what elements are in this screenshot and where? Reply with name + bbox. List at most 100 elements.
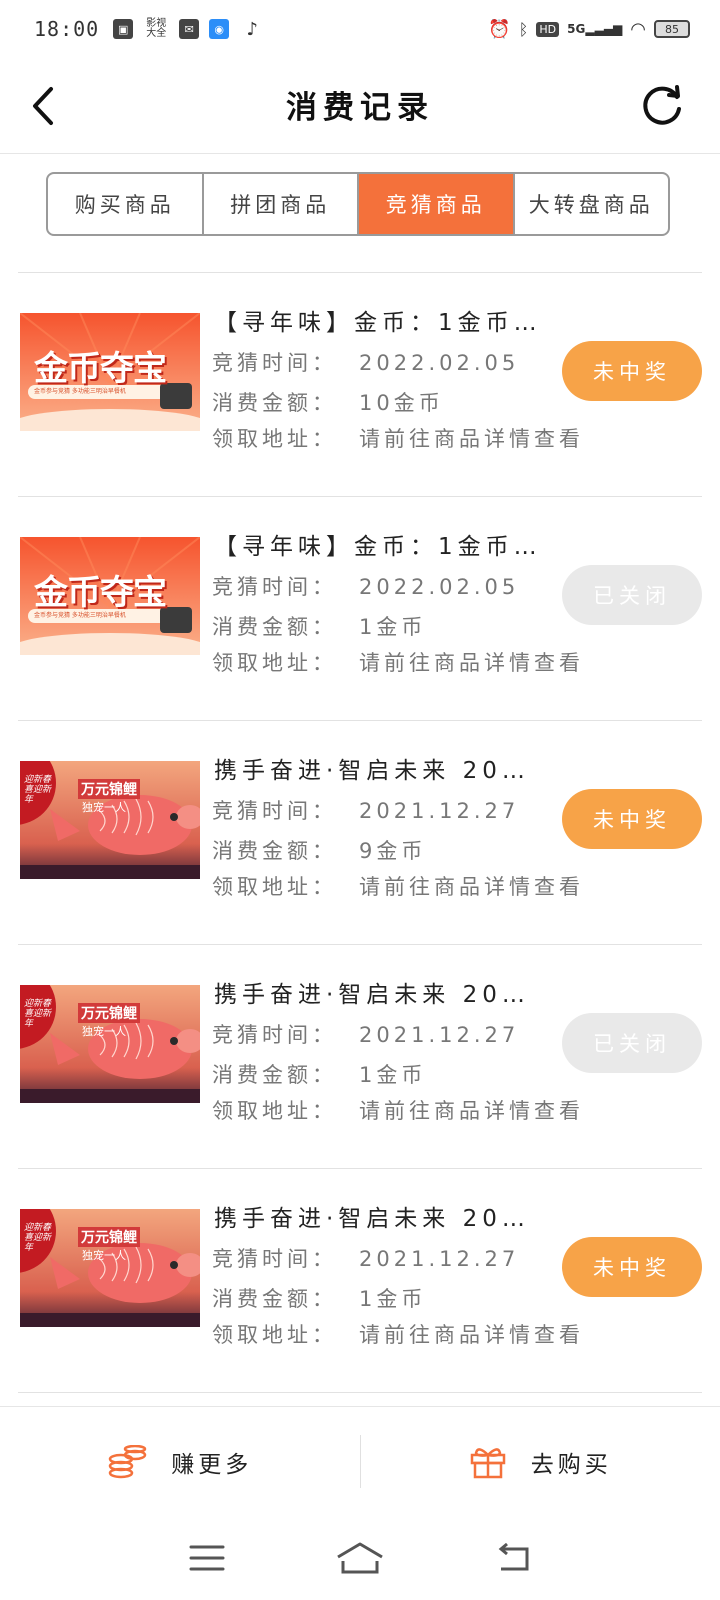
home-nav-button[interactable]	[330, 1533, 390, 1583]
banner-text: 万元锦鲤	[78, 1003, 140, 1023]
record-title: 携手奋进·智启未来 20…	[214, 758, 530, 784]
status-bar: 18:00 ▣ 影视 大全 ✉ ◉ ♪ ⏰ ᛒ HD 5G▂▃▄▆ ◠ 85	[0, 0, 720, 58]
guess-time-row: 竞猜时间： 2021.12.27	[212, 1019, 519, 1049]
status-badge: 未中奖	[562, 789, 702, 849]
guess-time-label: 竞猜时间：	[212, 1023, 337, 1047]
spend-amount-label: 消费金额：	[212, 839, 337, 863]
banner-subtext: 独宠一人	[82, 1249, 126, 1262]
back-nav-button[interactable]	[483, 1533, 543, 1583]
guess-time-label: 竞猜时间：	[212, 575, 337, 599]
coin-treasure-image[interactable]: 金币夺宝 金币参与竞猜 多功能三明治早餐机	[20, 313, 200, 431]
spend-amount-value: 9金币	[359, 839, 427, 863]
spend-amount-row: 消费金额： 1金币	[212, 1283, 426, 1313]
spend-amount-label: 消费金额：	[212, 615, 337, 639]
bottom-action-bar: 赚更多 去购买	[0, 1406, 720, 1516]
guess-time-row: 竞猜时间： 2022.02.05	[212, 571, 519, 601]
pickup-address-value: 请前往商品详情查看	[359, 1323, 584, 1347]
record-item[interactable]: 金币夺宝 金币参与竞猜 多功能三明治早餐机 【寻年味】金币：1金币… 竞猜时间： 202…	[18, 496, 702, 720]
5g-signal-icon: 5G▂▃▄▆	[567, 22, 623, 36]
system-icons: ⏰ ᛒ HD 5G▂▃▄▆ ◠ 85	[488, 19, 690, 40]
category-tabs: 购买商品 拼团商品 竞猜商品 大转盘商品	[46, 172, 670, 236]
spend-amount-value: 1金币	[359, 1063, 427, 1087]
koi-fish-image[interactable]: 迎新春 喜迎新年 万元锦鲤 独宠一人	[20, 1209, 200, 1327]
home-icon	[337, 1542, 383, 1574]
go-buy-button[interactable]: 去购买	[361, 1407, 720, 1516]
pickup-address-value: 请前往商品详情查看	[359, 875, 584, 899]
page-title: 消费记录	[286, 90, 434, 126]
earn-more-label: 赚更多	[171, 1451, 253, 1478]
record-item[interactable]: 迎新春 喜迎新年 万元锦鲤 独宠一人 携手奋进·智启未来 20… 竞猜时间： 2021.1…	[18, 1168, 702, 1392]
records-list: 金币夺宝 金币参与竞猜 多功能三明治早餐机 【寻年味】金币：1金币… 竞猜时间： 202…	[18, 272, 702, 1393]
record-title: 【寻年味】金币：1金币…	[214, 534, 542, 560]
status-badge: 未中奖	[562, 1237, 702, 1297]
header: 消费记录	[0, 58, 720, 154]
guess-time-row: 竞猜时间： 2021.12.27	[212, 795, 519, 825]
record-item[interactable]: 金币夺宝 金币参与竞猜 多功能三明治早餐机 【寻年味】金币：1金币… 竞猜时间： 202…	[18, 272, 702, 496]
text-icon: 影视 大全	[146, 18, 167, 39]
spend-amount-row: 消费金额： 10金币	[212, 387, 444, 417]
spend-amount-value: 1金币	[359, 615, 427, 639]
go-buy-label: 去购买	[530, 1451, 612, 1478]
spend-amount-label: 消费金额：	[212, 1287, 337, 1311]
tab-purchase[interactable]: 购买商品	[48, 174, 204, 234]
status-badge: 未中奖	[562, 341, 702, 401]
guess-time-value: 2022.02.05	[359, 351, 520, 375]
tab-group-buy[interactable]: 拼团商品	[204, 174, 359, 234]
banner-corner-text: 迎新春 喜迎新年	[24, 999, 52, 1029]
guess-time-row: 竞猜时间： 2021.12.27	[212, 1243, 519, 1273]
spend-amount-row: 消费金额： 9金币	[212, 835, 426, 865]
banner-subtext: 金币参与竞猜 多功能三明治早餐机	[34, 612, 126, 619]
record-item[interactable]: 迎新春 喜迎新年 万元锦鲤 独宠一人 携手奋进·智启未来 20… 竞猜时间： 2021.1…	[18, 944, 702, 1168]
spend-amount-row: 消费金额： 1金币	[212, 611, 426, 641]
guess-time-label: 竞猜时间：	[212, 799, 337, 823]
guess-time-value: 2021.12.27	[359, 799, 520, 823]
status-badge: 已关闭	[562, 565, 702, 625]
pickup-address-label: 领取地址：	[212, 1099, 337, 1123]
spend-amount-value: 10金币	[359, 391, 444, 415]
return-icon	[498, 1543, 529, 1571]
koi-fish-image[interactable]: 迎新春 喜迎新年 万元锦鲤独宠一人	[20, 985, 200, 1103]
pickup-address-label: 领取地址：	[212, 651, 337, 675]
tab-guess[interactable]: 竞猜商品	[359, 174, 515, 234]
guess-time-label: 竞猜时间：	[212, 351, 337, 375]
pickup-address-label: 领取地址：	[212, 1323, 337, 1347]
record-title: 【寻年味】金币：1金币…	[214, 310, 542, 336]
app-icon: ▣	[113, 19, 134, 39]
status-time: 18:00	[34, 17, 100, 41]
pickup-address-value: 请前往商品详情查看	[359, 651, 584, 675]
spend-amount-label: 消费金额：	[212, 1063, 337, 1087]
tiktok-icon: ♪	[246, 18, 258, 40]
spend-amount-label: 消费金额：	[212, 391, 337, 415]
menu-nav-button[interactable]	[177, 1533, 237, 1583]
hd-icon: HD	[536, 21, 560, 37]
earn-more-button[interactable]: 赚更多	[0, 1407, 360, 1516]
refresh-icon	[643, 85, 681, 125]
pickup-address-label: 领取地址：	[212, 875, 337, 899]
coin-treasure-image[interactable]: 金币夺宝 金币参与竞猜 多功能三明治早餐机	[20, 537, 200, 655]
pickup-address-value: 请前往商品详情查看	[359, 1099, 584, 1123]
banner-subtext: 独宠一人	[82, 801, 126, 814]
notification-icons: ▣ 影视 大全 ✉ ◉ ♪	[113, 18, 265, 40]
guess-time-row: 竞猜时间： 2022.02.05	[212, 347, 519, 377]
banner-subtext: 独宠一人	[82, 1025, 126, 1038]
pickup-address-row: 领取地址： 请前往商品详情查看	[212, 647, 584, 677]
guess-time-value: 2022.02.05	[359, 575, 520, 599]
banner-text: 万元锦鲤	[78, 1227, 140, 1247]
network-label: 5G	[567, 22, 586, 36]
tab-wheel[interactable]: 大转盘商品	[515, 174, 669, 234]
alarm-icon: ⏰	[488, 18, 511, 40]
koi-fish-image[interactable]: 迎新春 喜迎新年 万元锦鲤 独宠一人	[20, 761, 200, 879]
coins-stack-icon	[109, 1444, 147, 1478]
wifi-icon: ◠	[630, 18, 646, 40]
spend-amount-row: 消费金额： 1金币	[212, 1059, 426, 1089]
banner-corner-text: 迎新春 喜迎新年	[24, 775, 52, 805]
guess-time-value: 2021.12.27	[359, 1023, 520, 1047]
pickup-address-row: 领取地址： 请前往商品详情查看	[212, 1095, 584, 1125]
battery-icon: 85	[654, 20, 690, 38]
record-title: 携手奋进·智启未来 20…	[214, 1206, 530, 1232]
baidu-icon: ◉	[209, 19, 230, 39]
guess-time-label: 竞猜时间：	[212, 1247, 337, 1271]
pickup-address-value: 请前往商品详情查看	[359, 427, 584, 451]
record-item[interactable]: 迎新春 喜迎新年 万元锦鲤 独宠一人 携手奋进·智启未来 20… 竞猜时间： 2021.1…	[18, 720, 702, 944]
refresh-button[interactable]	[636, 80, 688, 132]
